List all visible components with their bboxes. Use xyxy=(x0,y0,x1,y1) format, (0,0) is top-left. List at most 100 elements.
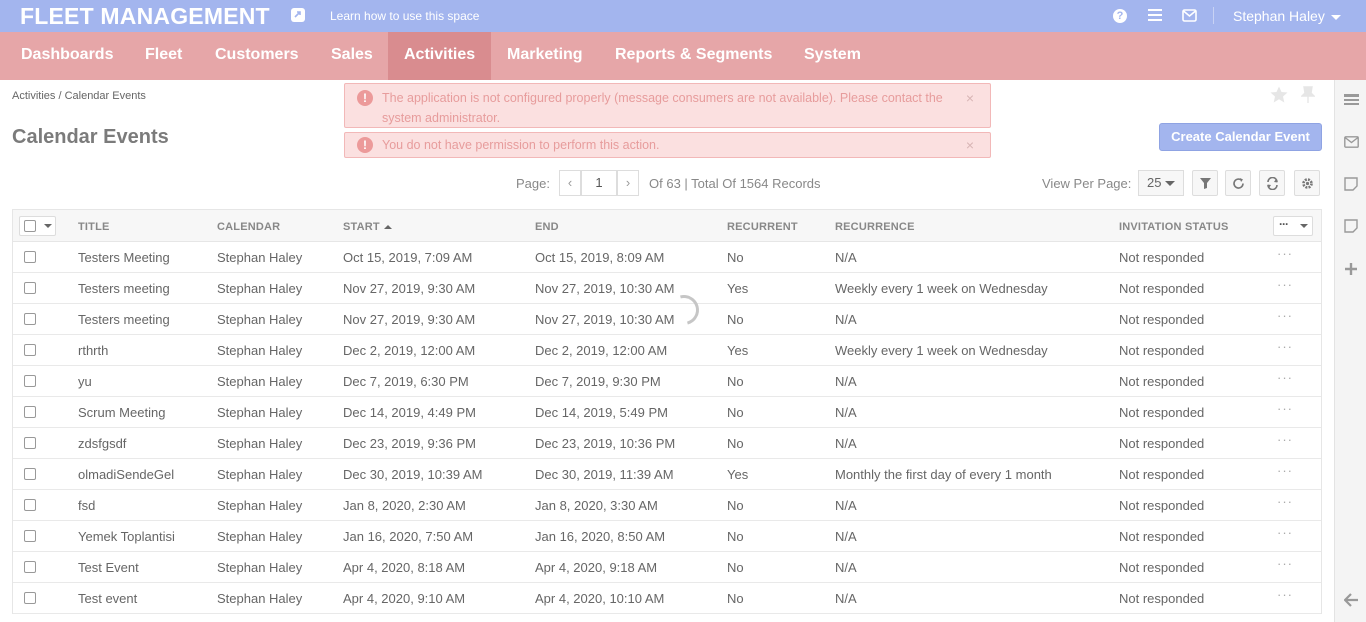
nav-item-marketing[interactable]: Marketing xyxy=(491,32,599,80)
table-row[interactable]: Testers meeting Stephan Haley Nov 27, 2019… xyxy=(13,304,1321,335)
divider xyxy=(1213,7,1214,24)
grid-body: Testers Meeting Stephan Haley Oct 15, 2019… xyxy=(13,242,1321,614)
table-row[interactable]: Test event Stephan Haley Apr 4, 2020, 9:10… xyxy=(13,583,1321,614)
chevron-down-icon xyxy=(44,224,52,228)
nav-item-activities[interactable]: Activities xyxy=(388,32,491,80)
row-checkbox[interactable] xyxy=(24,499,36,511)
pin-icon[interactable] xyxy=(1300,86,1316,109)
pager-info: Of 63 | Total Of 1564 Records xyxy=(649,176,821,191)
row-checkbox[interactable] xyxy=(24,592,36,604)
view-per-page-select[interactable]: 25 xyxy=(1138,170,1184,196)
cell-recurrent: No xyxy=(727,591,744,606)
create-calendar-event-button[interactable]: Create Calendar Event xyxy=(1159,123,1322,151)
cell-invitation-status: Not responded xyxy=(1119,343,1205,358)
chevron-down-icon xyxy=(1165,181,1176,187)
note-icon[interactable] xyxy=(1344,177,1359,192)
row-checkbox[interactable] xyxy=(24,561,36,573)
cell-invitation-status: Not responded xyxy=(1119,436,1205,451)
app-logo[interactable]: FLEET MANAGEMENT xyxy=(20,3,270,30)
column-header-calendar[interactable]: CALENDAR xyxy=(217,221,280,233)
row-checkbox[interactable] xyxy=(24,344,36,356)
row-actions-icon[interactable]: ··· xyxy=(1277,401,1293,416)
row-actions-icon[interactable]: ··· xyxy=(1277,246,1293,261)
cell-recurrent: No xyxy=(727,436,744,451)
table-row[interactable]: zdsfgsdf Stephan Haley Dec 23, 2019, 9:36 … xyxy=(13,428,1321,459)
table-row[interactable]: olmadiSendeGel Stephan Haley Dec 30, 2019,… xyxy=(13,459,1321,490)
arrow-left-icon[interactable] xyxy=(1343,593,1359,608)
select-all-dropdown[interactable] xyxy=(19,216,56,236)
row-actions-icon[interactable]: ··· xyxy=(1277,432,1293,447)
row-checkbox[interactable] xyxy=(24,251,36,263)
table-row[interactable]: Scrum Meeting Stephan Haley Dec 14, 2019, … xyxy=(13,397,1321,428)
hamburger-icon[interactable] xyxy=(1148,9,1162,23)
plus-icon[interactable] xyxy=(1344,262,1359,277)
user-menu[interactable]: Stephan Haley xyxy=(1233,8,1341,24)
column-header-invitation-status[interactable]: INVITATION STATUS xyxy=(1119,221,1229,233)
row-actions-icon[interactable]: ··· xyxy=(1277,587,1293,602)
grid-settings-button[interactable] xyxy=(1294,170,1320,196)
row-checkbox[interactable] xyxy=(24,468,36,480)
next-page-button[interactable]: › xyxy=(617,170,639,196)
nav-item-customers[interactable]: Customers xyxy=(199,32,315,80)
filter-button[interactable] xyxy=(1192,170,1218,196)
nav-item-fleet[interactable]: Fleet xyxy=(129,32,198,80)
row-actions-icon[interactable]: ··· xyxy=(1277,308,1293,323)
cell-title: zdsfgsdf xyxy=(78,436,127,451)
table-row[interactable]: Yemek Toplantisi Stephan Haley Jan 16, 202… xyxy=(13,521,1321,552)
envelope-icon[interactable] xyxy=(1344,135,1359,150)
reset-button[interactable] xyxy=(1259,170,1285,196)
row-checkbox[interactable] xyxy=(24,313,36,325)
page-number-input[interactable]: 1 xyxy=(581,170,617,196)
row-checkbox[interactable] xyxy=(24,375,36,387)
refresh-button[interactable] xyxy=(1225,170,1251,196)
table-row[interactable]: Testers meeting Stephan Haley Nov 27, 2019… xyxy=(13,273,1321,304)
table-row[interactable]: fsd Stephan Haley Jan 8, 2020, 2:30 AM Jan … xyxy=(13,490,1321,521)
row-actions-icon[interactable]: ··· xyxy=(1277,494,1293,509)
prev-page-button[interactable]: ‹ xyxy=(559,170,581,196)
row-actions-icon[interactable]: ··· xyxy=(1277,277,1293,292)
row-checkbox[interactable] xyxy=(24,282,36,294)
table-row[interactable]: rthrth Stephan Haley Dec 2, 2019, 12:00 AM… xyxy=(13,335,1321,366)
select-all-checkbox[interactable] xyxy=(24,220,36,232)
star-icon[interactable] xyxy=(1270,86,1288,108)
sort-ascending-icon xyxy=(383,225,392,230)
cell-title: Testers Meeting xyxy=(78,250,170,265)
column-header-start[interactable]: START xyxy=(343,221,392,233)
row-checkbox[interactable] xyxy=(24,437,36,449)
cell-recurrent: No xyxy=(727,250,744,265)
question-icon[interactable]: ? xyxy=(1113,9,1127,23)
row-actions-icon[interactable]: ··· xyxy=(1277,370,1293,385)
table-row[interactable]: yu Stephan Haley Dec 7, 2019, 6:30 PM Dec 7… xyxy=(13,366,1321,397)
nav-item-sales[interactable]: Sales xyxy=(315,32,389,80)
row-actions-icon[interactable]: ··· xyxy=(1277,525,1293,540)
row-actions-icon[interactable]: ··· xyxy=(1277,463,1293,478)
cell-calendar: Stephan Haley xyxy=(217,467,303,482)
cell-title: Testers meeting xyxy=(78,281,170,296)
right-sidebar xyxy=(1334,80,1366,622)
table-row[interactable]: Testers Meeting Stephan Haley Oct 15, 2019… xyxy=(13,242,1321,273)
grid-actions-dropdown[interactable]: ··· xyxy=(1273,216,1313,236)
nav-item-dashboards[interactable]: Dashboards xyxy=(5,32,129,80)
row-checkbox[interactable] xyxy=(24,406,36,418)
column-header-end[interactable]: END xyxy=(535,221,559,233)
row-checkbox[interactable] xyxy=(24,530,36,542)
column-header-title[interactable]: TITLE xyxy=(78,221,110,233)
nav-item-reports-segments[interactable]: Reports & Segments xyxy=(599,32,788,80)
cell-end: Dec 30, 2019, 11:39 AM xyxy=(535,467,674,482)
column-header-recurrence[interactable]: RECURRENCE xyxy=(835,221,915,233)
envelope-icon[interactable] xyxy=(1182,9,1197,27)
close-icon[interactable]: × xyxy=(966,135,974,155)
cell-title: olmadiSendeGel xyxy=(78,467,175,482)
row-actions-icon[interactable]: ··· xyxy=(1277,556,1293,571)
share-icon[interactable] xyxy=(291,8,305,22)
close-icon[interactable]: × xyxy=(966,88,974,108)
cell-title: rthrth xyxy=(78,343,109,358)
column-header-recurrent[interactable]: RECURRENT xyxy=(727,221,798,233)
cell-recurrence: N/A xyxy=(835,591,857,606)
row-actions-icon[interactable]: ··· xyxy=(1277,339,1293,354)
table-row[interactable]: Test Event Stephan Haley Apr 4, 2020, 8:18… xyxy=(13,552,1321,583)
list-icon[interactable] xyxy=(1344,93,1359,108)
sticky-note-icon[interactable] xyxy=(1344,219,1359,234)
learn-link[interactable]: Learn how to use this space xyxy=(330,9,479,23)
nav-item-system[interactable]: System xyxy=(788,32,877,80)
